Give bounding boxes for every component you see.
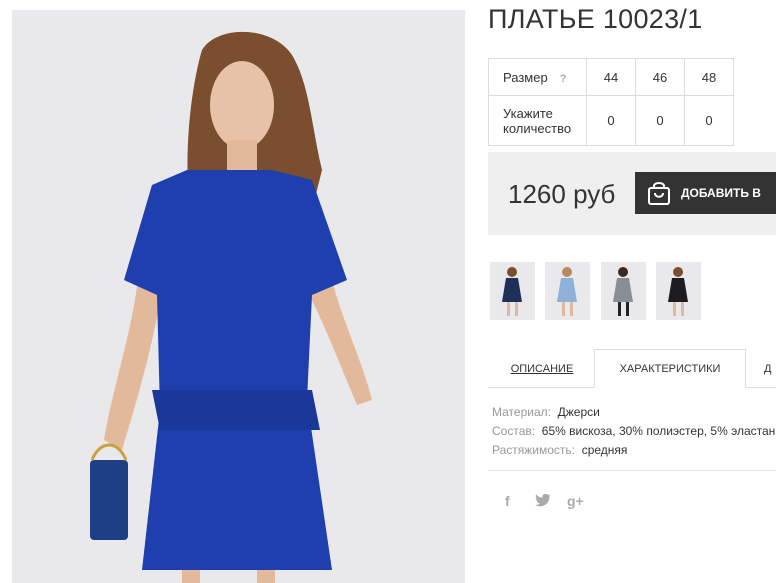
stretch-row: Растяжимость: средняя	[492, 441, 775, 460]
size-label-cell: Размер?	[488, 58, 587, 96]
quantity-label: Укажите количество	[488, 95, 587, 146]
size-label: Размер	[503, 69, 548, 85]
material-row: Материал: Джерси	[492, 403, 775, 422]
add-to-cart-label: ДОБАВИТЬ В	[681, 186, 761, 200]
googleplus-icon[interactable]: g+	[567, 493, 584, 509]
material-key: Материал:	[492, 405, 551, 419]
stretch-key: Растяжимость:	[492, 443, 576, 457]
size-quantity-table: Размер? 44 46 48 Укажите количество 0 0 …	[488, 58, 734, 146]
product-main-photo[interactable]	[12, 10, 465, 583]
size-help-icon[interactable]: ?	[560, 73, 567, 85]
shopping-bag-icon	[647, 180, 671, 206]
composition-key: Состав:	[492, 424, 536, 438]
thumbnail-black[interactable]	[656, 262, 701, 320]
thumbnail-navy[interactable]	[490, 262, 535, 320]
price-block: 1260 руб ДОБАВИТЬ В	[488, 152, 776, 235]
product-price: 1260 руб	[508, 179, 616, 209]
dress-photo-illustration	[12, 10, 465, 583]
material-value: Джерси	[557, 405, 600, 419]
quantity-input-48[interactable]: 0	[684, 95, 734, 146]
quantity-input-44[interactable]: 0	[586, 95, 636, 146]
add-to-cart-button[interactable]: ДОБАВИТЬ В	[635, 172, 776, 214]
quantity-input-46[interactable]: 0	[635, 95, 685, 146]
stretch-value: средняя	[581, 443, 628, 457]
composition-value: 65% вискоза, 30% полиэстер, 5% эластан	[541, 424, 776, 438]
section-divider	[488, 470, 776, 471]
thumbnail-grey[interactable]	[601, 262, 646, 320]
twitter-icon[interactable]	[535, 493, 551, 510]
size-row: Размер? 44 46 48	[488, 58, 734, 96]
tab-more[interactable]: Д	[764, 349, 776, 388]
composition-row: Состав: 65% вискоза, 30% полиэстер, 5% э…	[492, 422, 775, 441]
quantity-row: Укажите количество 0 0 0	[488, 95, 734, 146]
size-48: 48	[684, 58, 734, 96]
facebook-icon[interactable]: f	[505, 493, 510, 509]
size-46: 46	[635, 58, 685, 96]
size-44: 44	[586, 58, 636, 96]
characteristics-list: Материал: Джерси Состав: 65% вискоза, 30…	[492, 403, 775, 460]
product-title: ПЛАТЬЕ 10023/1	[488, 4, 703, 34]
thumbnail-light-blue[interactable]	[545, 262, 590, 320]
tab-characteristics[interactable]: ХАРАКТЕРИСТИКИ	[594, 349, 746, 388]
tab-description[interactable]: ОПИСАНИЕ	[490, 349, 594, 388]
